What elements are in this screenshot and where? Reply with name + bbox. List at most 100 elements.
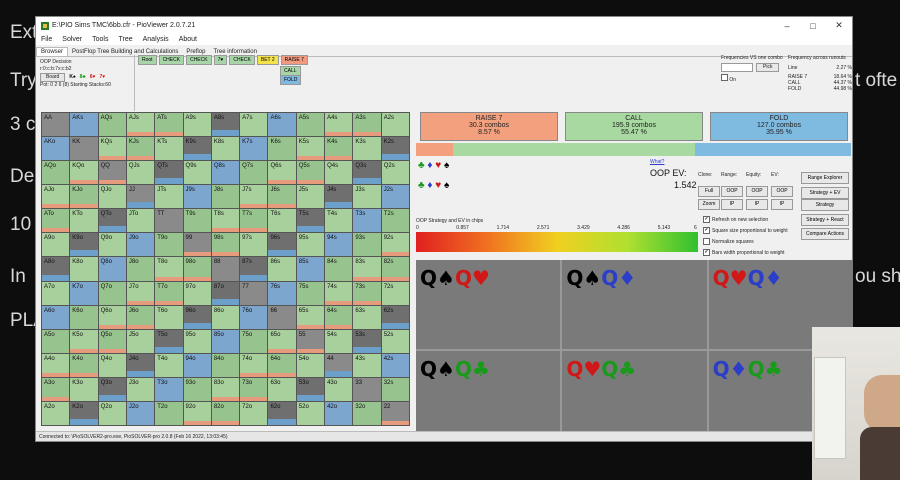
- combo-cell[interactable]: Q♠Q♥: [416, 260, 561, 349]
- compare-actions-button[interactable]: Compare Actions: [801, 228, 849, 240]
- path-button[interactable]: Root: [138, 55, 157, 65]
- hand-cell[interactable]: K3o: [70, 377, 98, 401]
- hand-cell[interactable]: K5s: [296, 137, 325, 161]
- hand-cell[interactable]: A7o: [42, 281, 70, 305]
- hand-cell[interactable]: 88: [211, 257, 240, 281]
- hand-cell[interactable]: T5s: [296, 209, 325, 233]
- hand-cell[interactable]: 52s: [381, 329, 409, 353]
- menu-analysis[interactable]: Analysis: [138, 36, 174, 43]
- hand-cell[interactable]: 75o: [240, 329, 268, 353]
- hand-cell[interactable]: 54s: [325, 329, 353, 353]
- combo-input[interactable]: [721, 63, 753, 72]
- hand-cell[interactable]: K7s: [240, 137, 268, 161]
- hand-cell[interactable]: J7s: [240, 185, 268, 209]
- hand-cell[interactable]: 82o: [211, 401, 240, 425]
- hand-cell[interactable]: A6o: [42, 305, 70, 329]
- hand-cell[interactable]: 85s: [296, 257, 325, 281]
- hand-cell[interactable]: T6s: [268, 209, 296, 233]
- checkbox-mark[interactable]: [703, 238, 710, 245]
- hand-cell[interactable]: KTs: [155, 137, 183, 161]
- hand-cell[interactable]: QTo: [98, 209, 126, 233]
- diamond-icon[interactable]: ♦: [427, 160, 432, 171]
- hand-cell[interactable]: A6s: [268, 113, 296, 137]
- path-button[interactable]: CHECK: [158, 55, 185, 65]
- hand-cell[interactable]: T6o: [155, 305, 183, 329]
- hand-cell[interactable]: J3o: [126, 377, 155, 401]
- hand-cell[interactable]: K8o: [70, 257, 98, 281]
- diamond-icon[interactable]: ♦: [427, 180, 432, 191]
- hand-cell[interactable]: QTs: [155, 161, 183, 185]
- hand-cell[interactable]: Q6s: [268, 161, 296, 185]
- minimize-icon[interactable]: –: [774, 17, 800, 34]
- path-button[interactable]: CHECK: [229, 55, 255, 65]
- hand-cell[interactable]: J3s: [353, 185, 381, 209]
- hand-cell[interactable]: A9o: [42, 233, 70, 257]
- menu-file[interactable]: File: [36, 36, 57, 43]
- hand-cell[interactable]: K9o: [70, 233, 98, 257]
- hand-cell[interactable]: AKs: [70, 113, 98, 137]
- menu-solver[interactable]: Solver: [57, 36, 87, 43]
- hand-cell[interactable]: AQs: [98, 113, 126, 137]
- hand-cell[interactable]: 84o: [211, 353, 240, 377]
- hand-cell[interactable]: T4o: [155, 353, 183, 377]
- hand-cell[interactable]: AQo: [42, 161, 70, 185]
- combo-cell[interactable]: Q♠Q♣: [416, 351, 561, 440]
- hand-cell[interactable]: JTo: [126, 209, 155, 233]
- hand-cell[interactable]: 84s: [325, 257, 353, 281]
- hand-cell[interactable]: 74o: [240, 353, 268, 377]
- club-icon[interactable]: ♣: [418, 180, 425, 191]
- hand-cell[interactable]: 42o: [325, 401, 353, 425]
- hand-cell[interactable]: 55: [296, 329, 325, 353]
- hand-cell[interactable]: AA: [42, 113, 70, 137]
- hand-cell[interactable]: K8s: [211, 137, 240, 161]
- hand-cell[interactable]: Q2o: [98, 401, 126, 425]
- hand-cell[interactable]: A4o: [42, 353, 70, 377]
- hand-cell[interactable]: T2o: [155, 401, 183, 425]
- strategy-ev-button[interactable]: Strategy + EV: [801, 187, 849, 199]
- hand-cell[interactable]: K6o: [70, 305, 98, 329]
- hand-cell[interactable]: Q8o: [98, 257, 126, 281]
- hand-cell[interactable]: KTo: [70, 209, 98, 233]
- hand-cell[interactable]: 63o: [268, 377, 296, 401]
- menu-tools[interactable]: Tools: [87, 36, 113, 43]
- hand-cell[interactable]: J4s: [325, 185, 353, 209]
- hand-cell[interactable]: Q9o: [98, 233, 126, 257]
- hand-cell[interactable]: AKo: [42, 137, 70, 161]
- club-icon[interactable]: ♣: [418, 160, 425, 171]
- option-checkbox[interactable]: ✓ Refresh on new selection: [703, 216, 768, 223]
- hand-cell[interactable]: 72s: [381, 281, 409, 305]
- hand-cell[interactable]: 94s: [325, 233, 353, 257]
- hand-cell[interactable]: ATo: [42, 209, 70, 233]
- hand-cell[interactable]: 97s: [240, 233, 268, 257]
- board-button[interactable]: Board: [40, 73, 66, 82]
- hand-cell[interactable]: J9s: [183, 185, 211, 209]
- hand-cell[interactable]: 72o: [240, 401, 268, 425]
- hand-cell[interactable]: 83o: [211, 377, 240, 401]
- hand-cell[interactable]: 43o: [325, 377, 353, 401]
- hand-cell[interactable]: K6s: [268, 137, 296, 161]
- control-button-row1[interactable]: Full: [698, 186, 720, 197]
- control-button-row2[interactable]: IP: [771, 199, 793, 210]
- control-button-row1[interactable]: OOP: [721, 186, 743, 197]
- hand-cell[interactable]: 87s: [240, 257, 268, 281]
- hand-cell[interactable]: T7o: [155, 281, 183, 305]
- tab-browser[interactable]: Browser: [36, 47, 69, 56]
- hand-cell[interactable]: 75s: [296, 281, 325, 305]
- checkbox-mark[interactable]: ✓: [703, 249, 710, 256]
- hand-cell[interactable]: J8s: [211, 185, 240, 209]
- hand-cell[interactable]: KQo: [70, 161, 98, 185]
- hand-cell[interactable]: 96o: [183, 305, 211, 329]
- hand-cell[interactable]: A7s: [240, 113, 268, 137]
- hand-cell[interactable]: J9o: [126, 233, 155, 257]
- hand-cell[interactable]: J2s: [381, 185, 409, 209]
- hand-cell[interactable]: 93o: [183, 377, 211, 401]
- hand-cell[interactable]: A8o: [42, 257, 70, 281]
- control-button-row1[interactable]: OOP: [746, 186, 768, 197]
- hand-cell[interactable]: 64o: [268, 353, 296, 377]
- hand-cell[interactable]: JJ: [126, 185, 155, 209]
- hand-cell[interactable]: Q7s: [240, 161, 268, 185]
- hand-cell[interactable]: A9s: [183, 113, 211, 137]
- strategy-react-button[interactable]: Strategy + React: [801, 214, 849, 226]
- hand-cell[interactable]: 77: [240, 281, 268, 305]
- hand-cell[interactable]: 97o: [183, 281, 211, 305]
